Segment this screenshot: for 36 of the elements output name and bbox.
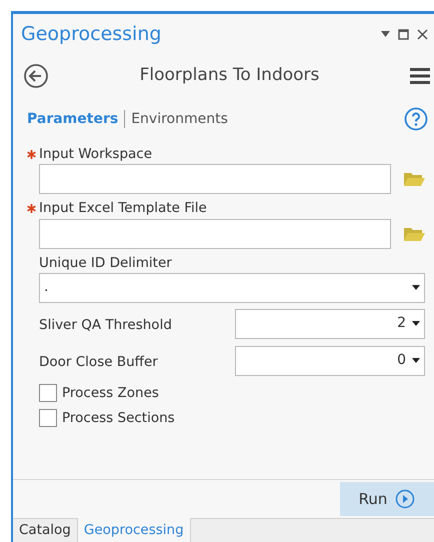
- parameter-label: Input Excel Template File: [39, 199, 207, 218]
- field-value: 0: [397, 351, 406, 370]
- file-path-field[interactable]: [39, 164, 391, 194]
- checkbox[interactable]: [39, 384, 57, 402]
- file-path-field[interactable]: [39, 218, 391, 248]
- dropdown-caret-icon: [412, 285, 420, 290]
- bottom-tab[interactable]: Catalog: [13, 518, 77, 542]
- menu-icon[interactable]: [410, 68, 430, 84]
- play-icon: [395, 489, 416, 509]
- dropdown-field[interactable]: 0: [235, 346, 425, 376]
- run-button[interactable]: Run: [340, 482, 434, 516]
- dropdown-caret-icon: [412, 358, 420, 364]
- close-icon[interactable]: [417, 28, 428, 40]
- tool-title: Floorplans To Indoors: [140, 64, 320, 88]
- pane-menu-icon[interactable]: [381, 31, 390, 37]
- field-value: .: [44, 278, 48, 298]
- tab[interactable]: Environments: [131, 108, 228, 130]
- checkbox-label: Process Zones: [62, 384, 159, 403]
- dropdown-caret-icon: [412, 321, 420, 326]
- bottom-tab[interactable]: Geoprocessing: [76, 518, 191, 542]
- dropdown-field[interactable]: .: [39, 272, 425, 303]
- folder-icon[interactable]: [403, 171, 425, 188]
- dropdown-field[interactable]: 2: [235, 308, 425, 339]
- parameter-label: Input Workspace: [39, 145, 152, 164]
- help-icon[interactable]: [404, 107, 428, 131]
- parameter-label: Door Close Buffer: [39, 354, 158, 370]
- parameter-label: Sliver QA Threshold: [39, 316, 172, 333]
- back-icon[interactable]: [23, 63, 49, 89]
- field-value: 2: [397, 314, 406, 334]
- folder-icon[interactable]: [403, 226, 425, 242]
- parameter-label: Unique ID Delimiter: [39, 254, 172, 272]
- checkbox-label: Process Sections: [62, 409, 175, 428]
- pane-title: Geoprocessing: [21, 22, 162, 47]
- tab[interactable]: Parameters: [27, 108, 118, 130]
- checkbox[interactable]: [39, 409, 57, 428]
- maximize-icon[interactable]: [398, 28, 409, 40]
